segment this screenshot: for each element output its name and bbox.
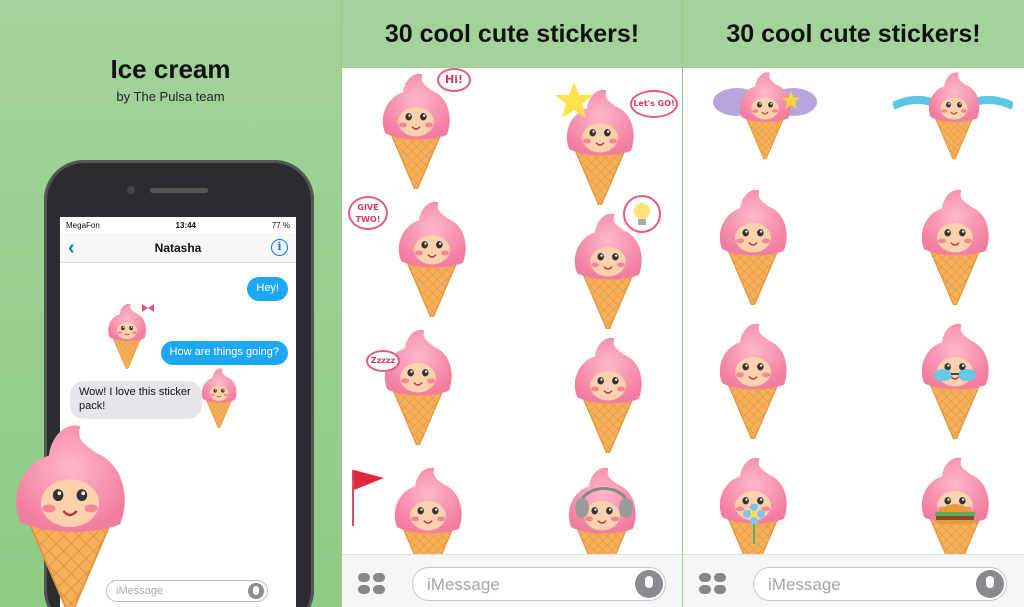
promo-panel: Ice cream by The Pulsa team MegaFon 13:4… [0, 0, 341, 607]
imessage-placeholder: iMessage [427, 575, 500, 594]
speech-bubble: Let's GO! [630, 90, 678, 118]
imessage-input-small[interactable]: iMessage [106, 580, 268, 602]
imessage-placeholder: iMessage [768, 575, 841, 594]
contact-name: Natasha [154, 240, 202, 255]
imessage-placeholder: iMessage [116, 585, 164, 597]
sticker-grid: Hi! Let's GO! GIVE TWO! Zzzzz [342, 68, 682, 554]
imessage-bar: iMessage [683, 554, 1024, 607]
speech-bubble: GIVE TWO! [348, 196, 388, 230]
status-bar: MegaFon 13:44 77 % [60, 217, 296, 233]
imessage-bar: iMessage [342, 554, 682, 607]
flag-icon [352, 470, 384, 526]
apps-grid-icon[interactable] [358, 573, 388, 595]
panel-header: 30 cool cute stickers! [384, 19, 640, 48]
sticker-in-chat [198, 365, 240, 429]
sticker-item[interactable] [707, 184, 799, 306]
speaker-grille [150, 188, 208, 193]
sticker-item[interactable] [386, 196, 478, 318]
clock-label: 13:44 [175, 220, 197, 230]
info-icon[interactable]: i [271, 239, 288, 256]
speech-bubble: Zzzzz [366, 350, 400, 372]
burger-icon [935, 504, 975, 524]
message-bubble-out: Hey! [247, 277, 288, 301]
sticker-item[interactable] [372, 324, 464, 446]
bow-icon [142, 304, 154, 312]
sunglasses-icon [934, 369, 976, 381]
speech-bubble: Hi! [437, 68, 471, 92]
sticker-item[interactable] [719, 68, 811, 160]
mic-icon[interactable] [976, 570, 1004, 598]
imessage-input[interactable]: iMessage [412, 567, 666, 601]
sticker-item[interactable] [562, 332, 654, 454]
imessage-input[interactable]: iMessage [753, 567, 1007, 601]
sticker-panel: 30 cool cute stickers! iMessage [682, 0, 1024, 607]
carrier-label: MegaFon [66, 220, 100, 230]
sticker-item[interactable] [919, 68, 989, 160]
app-subtitle: by The Pulsa team [116, 89, 225, 104]
camera-icon [127, 186, 135, 194]
panel-header: 30 cool cute stickers! [726, 19, 981, 48]
conversation-header: ‹ Natasha i [60, 233, 296, 263]
message-bubble-in: Wow! I love this sticker pack! [70, 381, 202, 419]
mic-icon[interactable] [635, 570, 663, 598]
star-icon [782, 91, 800, 109]
large-sticker-icon [4, 416, 136, 607]
apps-grid-icon[interactable] [699, 573, 729, 595]
back-chevron-icon[interactable]: ‹ [68, 237, 75, 260]
star-icon [555, 82, 593, 118]
app-title: Ice cream [110, 54, 231, 84]
headphones-icon [575, 487, 633, 518]
lightbulb-icon [623, 195, 661, 233]
sticker-item[interactable] [909, 184, 1001, 306]
sticker-panel: 30 cool cute stickers! Hi! Let's GO! GIV… [341, 0, 682, 607]
sticker-grid [683, 68, 1024, 554]
sticker-item[interactable] [707, 318, 799, 440]
message-bubble-out: How are things going? [160, 341, 288, 365]
flower-icon [743, 504, 765, 544]
battery-label: 77 % [271, 220, 290, 230]
mic-icon[interactable] [248, 583, 264, 599]
